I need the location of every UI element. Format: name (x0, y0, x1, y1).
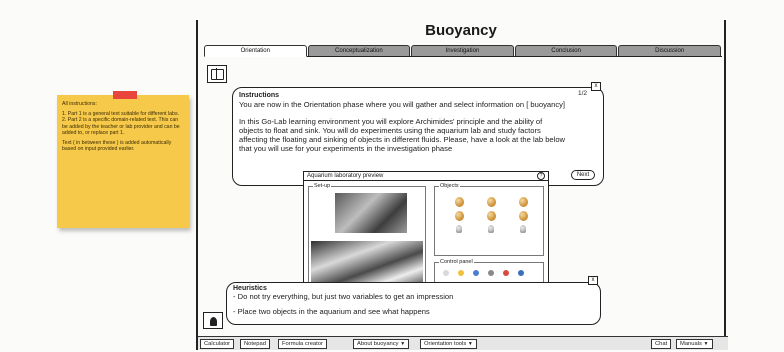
tab-investigation[interactable]: Investigation (411, 45, 514, 56)
control-dot[interactable] (443, 270, 449, 276)
page-title: Buoyancy (425, 22, 497, 39)
tab-orientation[interactable]: Orientation (204, 45, 307, 57)
setup-panel: Set-up (308, 183, 426, 286)
next-button[interactable]: Next (571, 170, 595, 180)
formula-creator-button[interactable]: Formula creator (278, 339, 327, 349)
sticky-line-2: 2. Part 2 is a specific domain-related t… (62, 117, 180, 136)
object-weight[interactable] (488, 225, 494, 233)
chevron-down-icon: ▼ (703, 341, 709, 347)
sticky-heading: All instructions: (62, 101, 97, 107)
book-icon[interactable] (207, 65, 227, 83)
orientation-tools-label: Orientation tools (424, 341, 467, 347)
phase-tabs: Orientation Conceptualization Investigat… (204, 45, 722, 57)
sticky-line-3: Text ( in between these ) is added autom… (62, 140, 172, 153)
chat-button[interactable]: Chat (651, 339, 672, 349)
setup-photo-aquarium (335, 193, 407, 233)
tab-conclusion[interactable]: Conclusion (514, 45, 618, 56)
about-buoyancy-label: About buoyancy (357, 341, 399, 347)
app-frame: Buoyancy Orientation Conceptualization I… (196, 20, 728, 350)
heuristics-heading: Heuristics (233, 285, 267, 292)
heuristics-line-2: - Place two objects in the aquarium and … (233, 307, 430, 316)
object-weight[interactable] (520, 225, 526, 233)
control-dot[interactable] (473, 270, 479, 276)
heuristics-body: - Do not try everything, but just two va… (233, 292, 594, 316)
bottom-toolbar: Calculator Notepad Formula creator About… (198, 336, 728, 350)
lightbulb-icon[interactable] (203, 312, 223, 329)
control-dot[interactable] (458, 270, 464, 276)
orientation-tools-dropdown[interactable]: Orientation tools ▼ (420, 339, 477, 349)
manuals-dropdown[interactable]: Manuals ▼ (676, 339, 713, 349)
instructions-sticky-note: All instructions: 1. Part 1 is a general… (57, 91, 189, 228)
tab-discussion[interactable]: Discussion (618, 45, 721, 56)
objects-label: Objects (439, 183, 460, 189)
object-weight[interactable] (456, 225, 462, 233)
notepad-button[interactable]: Notepad (240, 339, 270, 349)
instructions-pager: 1/2 (577, 90, 587, 97)
control-dot[interactable] (488, 270, 494, 276)
help-icon[interactable]: ? (537, 172, 545, 180)
manuals-label: Manuals (680, 341, 702, 347)
object-ball[interactable] (518, 197, 528, 207)
heuristics-close-button[interactable]: x (588, 276, 598, 285)
instructions-body: You are now in the Orientation phase whe… (239, 100, 597, 153)
control-items (443, 270, 524, 276)
aquarium-lab-preview[interactable]: Aquarium laboratory preview ? Set-up Obj… (303, 171, 549, 289)
chevron-down-icon: ▼ (467, 341, 473, 347)
object-ball[interactable] (454, 211, 464, 221)
about-buoyancy-dropdown[interactable]: About buoyancy ▼ (353, 339, 410, 349)
instructions-paragraph-2: In this Go-Lab learning environment you … (239, 117, 566, 153)
lab-preview-title-text: Aquarium laboratory preview (307, 173, 384, 179)
chevron-down-icon: ▼ (400, 341, 406, 347)
lab-preview-title: Aquarium laboratory preview ? (304, 172, 548, 181)
heuristics-line-1: - Do not try everything, but just two va… (233, 292, 454, 301)
instructions-paragraph-1: You are now in the Orientation phase whe… (239, 100, 566, 109)
object-ball[interactable] (486, 197, 496, 207)
objects-panel: Objects (434, 183, 544, 256)
object-ball[interactable] (454, 197, 464, 207)
sticky-tape (113, 91, 137, 99)
objects-grid (443, 197, 539, 233)
calculator-button[interactable]: Calculator (200, 339, 235, 349)
object-ball[interactable] (518, 211, 528, 221)
heuristics-panel: Heuristics x - Do not try everything, bu… (226, 276, 601, 325)
control-panel-label: Control panel (439, 259, 474, 265)
page: All instructions: 1. Part 1 is a general… (0, 0, 784, 352)
object-ball[interactable] (486, 211, 496, 221)
control-dot[interactable] (518, 270, 524, 276)
tab-conceptualization[interactable]: Conceptualization (307, 45, 411, 56)
instructions-heading: Instructions (239, 92, 280, 99)
instructions-close-button[interactable]: x (591, 82, 601, 91)
setup-photo-apparatus (311, 241, 423, 285)
control-dot[interactable] (503, 270, 509, 276)
setup-label: Set-up (313, 183, 332, 189)
